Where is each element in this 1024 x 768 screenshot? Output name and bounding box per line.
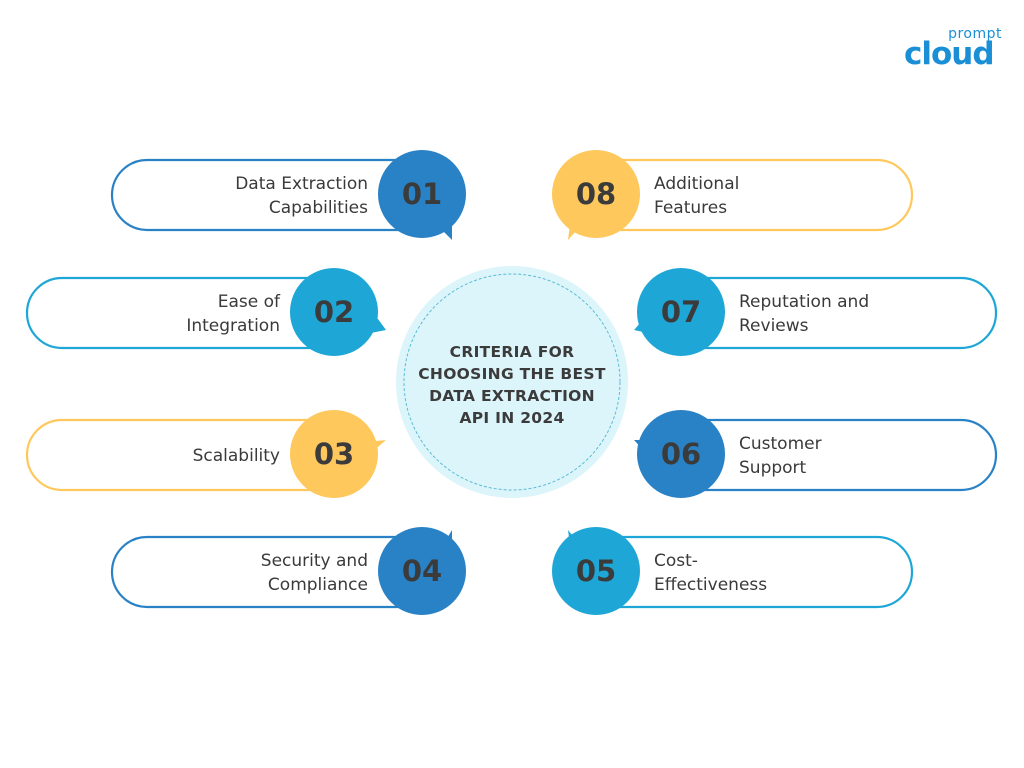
item-number: 02 [314, 295, 354, 329]
item-label-line: Reputation and [739, 292, 869, 312]
center-title-line-3: DATA EXTRACTION [429, 387, 595, 405]
item-label-line: Compliance [268, 575, 368, 595]
criteria-item-07: 07 Reputation and Reviews [634, 268, 998, 356]
item-label-line: Reviews [739, 316, 809, 336]
item-label-line: Security and [261, 551, 368, 571]
item-label-line: Customer [739, 434, 822, 454]
item-label-line: Effectiveness [654, 575, 767, 595]
criteria-item-06: 06 Customer Support [634, 410, 998, 498]
center-hub: CRITERIA FOR CHOOSING THE BEST DATA EXTR… [396, 266, 628, 498]
item-label-line: Scalability [193, 446, 280, 466]
item-number: 07 [661, 295, 701, 329]
criteria-item-01: 01 Data Extraction Capabilities [110, 150, 466, 240]
item-number: 03 [314, 437, 354, 471]
criteria-item-05: 05 Cost- Effectiveness [552, 527, 914, 615]
criteria-item-02: 02 Ease of Integration [25, 268, 386, 356]
item-number: 01 [402, 177, 442, 211]
item-label-line: Additional [654, 174, 739, 194]
center-title-line-2: CHOOSING THE BEST [418, 365, 606, 383]
item-number: 06 [661, 437, 701, 471]
criteria-item-08: 08 Additional Features [552, 150, 914, 240]
item-number: 04 [402, 554, 442, 588]
item-label-line: Ease of [218, 292, 281, 312]
item-label-line: Capabilities [269, 198, 368, 218]
center-title-line-4: API IN 2024 [459, 409, 564, 427]
criteria-diagram: CRITERIA FOR CHOOSING THE BEST DATA EXTR… [25, 150, 998, 615]
item-label-line: Data Extraction [235, 174, 368, 194]
center-title-line-1: CRITERIA FOR [450, 343, 575, 361]
criteria-item-04: 04 Security and Compliance [110, 527, 466, 615]
criteria-item-03: 03 Scalability [25, 410, 386, 498]
item-number: 05 [576, 554, 616, 588]
item-label-line: Integration [186, 316, 280, 336]
item-number: 08 [576, 177, 616, 211]
item-label-line: Support [739, 458, 807, 478]
item-label-line: Cost- [654, 551, 698, 571]
item-label-line: Features [654, 198, 727, 218]
